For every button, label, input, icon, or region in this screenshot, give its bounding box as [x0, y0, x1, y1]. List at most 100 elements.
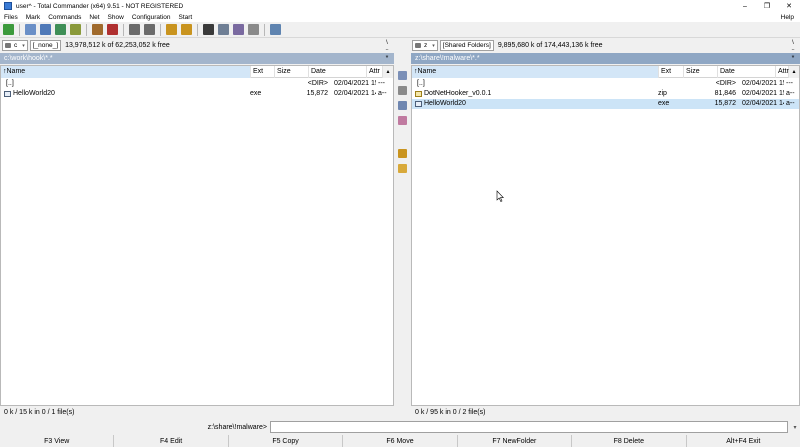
back-icon[interactable] — [129, 24, 140, 35]
copy-icon[interactable] — [398, 71, 407, 80]
toolbar-separator — [197, 23, 198, 36]
right-nav-buttons: \ .. — [788, 40, 798, 52]
file-attr: a-- — [378, 90, 387, 98]
right-history-button[interactable]: * — [786, 55, 800, 62]
left-history-button[interactable]: * — [380, 55, 394, 62]
f4-edit-button[interactable]: F4 Edit — [114, 435, 229, 447]
left-column-headers: ↑Name Ext Size Date Attr ▴ — [1, 65, 393, 78]
menu-help[interactable]: Help — [777, 14, 798, 21]
sort-icon[interactable] — [70, 24, 81, 35]
find-icon[interactable] — [203, 24, 214, 35]
f7-newfolder-button[interactable]: F7 NewFolder — [458, 435, 573, 447]
minimize-button[interactable]: – — [734, 0, 756, 12]
left-volume-label: [_none_] — [29, 40, 62, 51]
toolbar-separator — [123, 23, 124, 36]
file-date: 02/04/2021 14:35 — [334, 90, 376, 98]
zip-file-icon — [415, 90, 422, 97]
menu-commands[interactable]: Commands — [44, 14, 85, 21]
left-scroll-up-button[interactable]: ▴ — [383, 65, 393, 78]
pack-files-icon[interactable] — [398, 149, 407, 158]
command-line-path: z:\share\!malware> — [207, 423, 267, 431]
file-name-text: [..] — [417, 79, 425, 87]
refresh-icon[interactable] — [3, 24, 14, 35]
exe-file-icon — [4, 90, 11, 97]
right-header-size[interactable]: Size — [684, 65, 718, 78]
file-ext: exe — [658, 100, 670, 108]
right-drive-letter: z — [424, 42, 428, 49]
menu-net[interactable]: Net — [85, 14, 103, 21]
invert-selection-icon[interactable] — [92, 24, 103, 35]
file-attr: a-- — [786, 90, 795, 98]
right-status-bar: 0 k / 95 k in 0 / 2 file(s) — [411, 407, 800, 418]
pack-icon[interactable] — [166, 24, 177, 35]
view-icon[interactable] — [398, 86, 407, 95]
right-current-path: z:\share\!malware\*.* — [415, 55, 480, 62]
right-scroll-up-button[interactable]: ▴ — [789, 65, 799, 78]
left-drive-select[interactable]: c ▾ — [2, 40, 28, 51]
compare-icon[interactable] — [107, 24, 118, 35]
menu-configuration[interactable]: Configuration — [128, 14, 175, 21]
notepad-icon[interactable] — [270, 24, 281, 35]
file-name-text: [..] — [6, 79, 14, 87]
f5-copy-button[interactable]: F5 Copy — [229, 435, 344, 447]
right-path-bar[interactable]: z:\share\!malware\*.* * — [411, 53, 800, 64]
left-free-space: 13,978,512 k of 62,253,052 k free — [65, 42, 170, 49]
maximize-button[interactable]: ❐ — [756, 0, 778, 12]
left-header-name[interactable]: ↑Name — [1, 65, 251, 78]
left-header-ext[interactable]: Ext — [251, 65, 275, 78]
right-header-attr[interactable]: Attr — [776, 65, 789, 78]
file-attr: --- — [786, 79, 793, 87]
left-header-size[interactable]: Size — [275, 65, 309, 78]
alt-f4-exit-button[interactable]: Alt+F4 Exit — [687, 435, 800, 447]
f3-view-button[interactable]: F3 View — [0, 435, 115, 447]
right-header-ext[interactable]: Ext — [659, 65, 684, 78]
left-up-button[interactable]: .. — [385, 46, 388, 52]
right-drive-select[interactable]: z ▾ — [412, 40, 438, 51]
file-row[interactable]: HelloWorld20 exe 15,872 02/04/2021 14:35a-- — [412, 98, 799, 110]
right-file-panel[interactable]: ↑Name Ext Size Date Attr ▴ [..] <DIR> 02/0… — [411, 65, 800, 406]
left-path-bar[interactable]: c:\work\hook\*.* * — [0, 53, 394, 64]
thumbnail-view-icon[interactable] — [55, 24, 66, 35]
file-date: 02/04/2021 15:03 — [334, 79, 376, 87]
file-name-text: HelloWorld20 — [424, 100, 466, 108]
compare-files-icon[interactable] — [398, 116, 407, 125]
file-row[interactable]: [..] <DIR> 02/04/2021 15:03--- — [1, 78, 393, 88]
f8-delete-button[interactable]: F8 Delete — [572, 435, 687, 447]
drive-icon — [415, 43, 421, 48]
file-row[interactable]: DotNetHooker_v0.0.1 zip 81,846 02/04/2021 1… — [412, 88, 799, 98]
toolbar-separator — [264, 23, 265, 36]
app-icon — [4, 2, 12, 10]
button-bar — [0, 22, 800, 38]
file-date: 02/04/2021 14:35 — [742, 100, 784, 108]
menu-files[interactable]: Files — [0, 14, 22, 21]
tree-view-icon[interactable] — [40, 24, 51, 35]
right-header-date[interactable]: Date — [718, 65, 776, 78]
left-header-date[interactable]: Date — [309, 65, 367, 78]
close-button[interactable]: ✕ — [778, 0, 800, 12]
title-bar: user^ - Total Commander (x64) 9.51 - NOT… — [0, 0, 800, 12]
command-line-input[interactable] — [270, 421, 788, 433]
unpack-icon[interactable] — [181, 24, 192, 35]
copy-names-icon[interactable] — [248, 24, 259, 35]
file-row[interactable]: HelloWorld20 exe 15,872 02/04/2021 14:35a-- — [1, 88, 393, 98]
f6-move-button[interactable]: F6 Move — [343, 435, 458, 447]
brief-view-icon[interactable] — [25, 24, 36, 35]
left-header-attr[interactable]: Attr — [367, 65, 383, 78]
right-header-name[interactable]: ↑Name — [412, 65, 659, 78]
menu-mark[interactable]: Mark — [22, 14, 44, 21]
sync-dirs-icon[interactable] — [233, 24, 244, 35]
chevron-down-icon: ▾ — [22, 42, 25, 49]
file-row[interactable]: [..] <DIR> 02/04/2021 15:03--- — [412, 78, 799, 88]
new-folder-icon[interactable] — [398, 164, 407, 173]
menu-start[interactable]: Start — [174, 14, 196, 21]
forward-icon[interactable] — [144, 24, 155, 35]
multi-rename-icon[interactable] — [218, 24, 229, 35]
right-up-button[interactable]: .. — [791, 46, 794, 52]
left-file-panel[interactable]: ↑Name Ext Size Date Attr ▴ [..] <DIR> 02/0… — [0, 65, 394, 406]
toolbar-separator — [160, 23, 161, 36]
chevron-down-icon[interactable]: ▾ — [790, 424, 800, 431]
move-icon[interactable] — [398, 101, 407, 110]
menu-show[interactable]: Show — [104, 14, 128, 21]
left-file-list: [..]<DIR>02/04/2021 15:03---HelloWorld20… — [1, 78, 393, 99]
right-status-text: 0 k / 95 k in 0 / 2 file(s) — [415, 409, 486, 416]
